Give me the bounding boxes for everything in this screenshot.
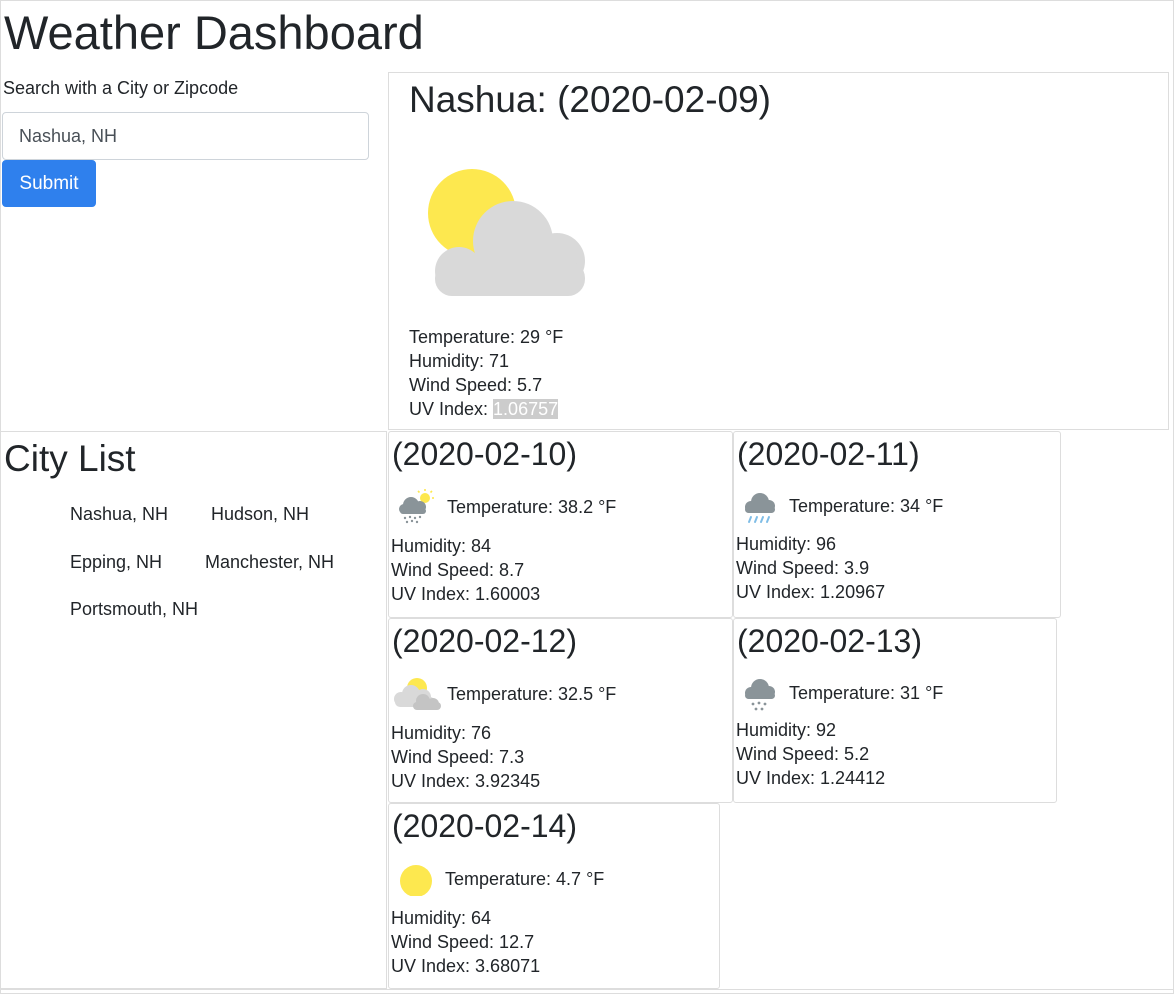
current-temperature: Temperature: 29 °F — [409, 327, 564, 347]
rain-cloud-icon — [745, 493, 775, 523]
bottom-divider — [0, 989, 1174, 990]
current-weather-card: Nashua: (2020-02-09) Temperature: 29 °F … — [388, 72, 1169, 430]
forecast-humidity: Humidity: 76 — [391, 723, 492, 743]
forecast-temperature: Temperature: 38.2 °F — [447, 497, 617, 517]
search-label: Search with a City or Zipcode — [3, 78, 239, 98]
submit-button[interactable]: Submit — [2, 160, 96, 207]
current-city-heading: Nashua: (2020-02-09) — [409, 79, 771, 120]
forecast-card: (2020-02-10) Temperature: 38.2 °F Humidi… — [388, 431, 733, 618]
city-item-nashua[interactable]: Nashua, NH — [70, 503, 168, 525]
uv-index-badge: 1.06757 — [493, 399, 559, 419]
forecast-details: Humidity: 84 Wind Speed: 8.7 UV Index: 1… — [391, 534, 540, 606]
forecast-date: (2020-02-11) — [737, 436, 920, 472]
partly-cloudy-icon — [428, 169, 585, 296]
current-wind-speed: Wind Speed: 5.7 — [409, 375, 543, 395]
current-uv-row: UV Index: 1.06757 — [409, 397, 563, 421]
snow-cloud-icon — [745, 679, 775, 711]
forecast-date: (2020-02-13) — [737, 623, 922, 659]
forecast-uv-index: UV Index: 1.60003 — [391, 584, 541, 604]
search-panel: Search with a City or Zipcode Submit — [0, 72, 386, 430]
forecast-uv-index: UV Index: 3.92345 — [391, 771, 541, 791]
forecast-temperature: Temperature: 4.7 °F — [445, 869, 605, 889]
forecast-humidity: Humidity: 64 — [391, 908, 492, 928]
city-item-manchester[interactable]: Manchester, NH — [205, 551, 334, 573]
forecast-temperature: Temperature: 32.5 °F — [447, 684, 617, 704]
city-item-epping[interactable]: Epping, NH — [70, 551, 162, 573]
forecast-date: (2020-02-10) — [392, 436, 577, 472]
forecast-date: (2020-02-12) — [392, 623, 577, 659]
page-title: Weather Dashboard — [4, 6, 424, 59]
city-list-panel: City List Nashua, NH Hudson, NH Epping, … — [0, 431, 387, 989]
current-details: Temperature: 29 °F Humidity: 71 Wind Spe… — [409, 325, 563, 421]
forecast-card: (2020-02-11) Temperature: 34 °F Humidity… — [733, 431, 1061, 618]
forecast-wind-speed: Wind Speed: 8.7 — [391, 560, 525, 580]
city-item-portsmouth[interactable]: Portsmouth, NH — [70, 598, 198, 620]
forecast-uv-index: UV Index: 1.20967 — [736, 582, 886, 602]
sun-icon — [400, 865, 432, 896]
current-humidity: Humidity: 71 — [409, 351, 510, 371]
forecast-card: (2020-02-14) Temperature: 4.7 °F Humidit… — [388, 803, 720, 989]
forecast-details: Humidity: 92 Wind Speed: 5.2 UV Index: 1… — [736, 718, 885, 790]
forecast-card: (2020-02-13) Temperature: 31 °F Humidity… — [733, 618, 1057, 803]
current-uv-label: UV Index: — [409, 399, 494, 419]
forecast-wind-speed: Wind Speed: 12.7 — [391, 932, 535, 952]
forecast-wind-speed: Wind Speed: 3.9 — [736, 558, 870, 578]
city-list-heading: City List — [4, 438, 136, 479]
forecast-wind-speed: Wind Speed: 7.3 — [391, 747, 525, 767]
forecast-humidity: Humidity: 96 — [736, 534, 837, 554]
forecast-humidity: Humidity: 92 — [736, 720, 837, 740]
forecast-uv-index: UV Index: 1.24412 — [736, 768, 886, 788]
forecast-details: Humidity: 64 Wind Speed: 12.7 UV Index: … — [391, 906, 540, 978]
forecast-uv-index: UV Index: 3.68071 — [391, 956, 541, 976]
forecast-details: Humidity: 96 Wind Speed: 3.9 UV Index: 1… — [736, 532, 885, 604]
city-item-hudson[interactable]: Hudson, NH — [211, 503, 309, 525]
forecast-humidity: Humidity: 84 — [391, 536, 492, 556]
forecast-card: (2020-02-12) Temperature: 32.5 °F Humidi… — [388, 618, 733, 803]
forecast-details: Humidity: 76 Wind Speed: 7.3 UV Index: 3… — [391, 721, 540, 793]
forecast-date: (2020-02-14) — [392, 808, 577, 844]
snow-sun-icon — [399, 489, 434, 524]
forecast-temperature: Temperature: 31 °F — [789, 683, 944, 703]
forecast-wind-speed: Wind Speed: 5.2 — [736, 744, 870, 764]
search-input[interactable] — [2, 112, 369, 160]
partly-cloudy-icon — [394, 678, 441, 710]
forecast-temperature: Temperature: 34 °F — [789, 496, 944, 516]
